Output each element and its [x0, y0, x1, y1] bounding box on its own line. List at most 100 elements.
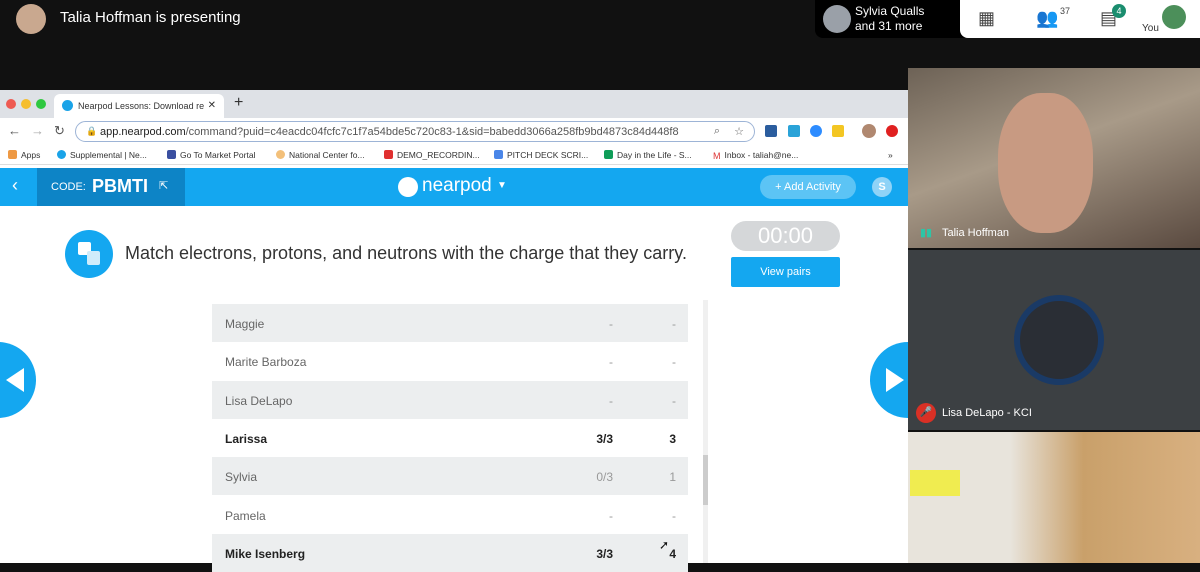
code-label: CODE: [51, 181, 86, 193]
grid-off-icon[interactable]: ▦ [978, 8, 995, 29]
bookmark-star-icon[interactable]: ☆ [734, 125, 744, 138]
participant-name: Talia Hoffman [942, 227, 1010, 239]
extension-icon[interactable] [832, 125, 844, 137]
mouse-cursor-icon: ➚ [659, 538, 670, 552]
share-icon[interactable]: ⇱ [159, 179, 168, 192]
bookmark-apps[interactable]: Apps [8, 150, 40, 160]
student-score: 0/3 [596, 470, 613, 485]
matching-activity-icon [65, 230, 113, 278]
view-pairs-button[interactable]: View pairs [731, 257, 840, 287]
question-text: Match electrons, protons, and neutrons w… [125, 243, 687, 263]
add-activity-button[interactable]: + Add Activity [760, 175, 856, 199]
user-avatar[interactable]: S [872, 177, 892, 197]
url-path: /command?puid=c4eacdc04fcfc7c1f7a54bde5c… [185, 126, 679, 138]
nearpod-header: ‹ CODE: PBMTI ⇱ nearpod ▼ + Add Activity… [0, 168, 908, 206]
extension-icon[interactable] [765, 125, 777, 137]
url-host: app.nearpod.com [100, 126, 186, 138]
presenter-avatar [16, 4, 46, 34]
participant-video [998, 93, 1093, 233]
student-name: Pamela [225, 508, 266, 523]
student-pairs: - [672, 317, 676, 331]
video-tile-talia[interactable]: ▮▮ Talia Hoffman [908, 68, 1200, 248]
tab-title: Nearpod Lessons: Download re [78, 101, 205, 111]
back-icon[interactable]: ← [8, 123, 21, 138]
student-score: - [609, 393, 613, 408]
browser-tab[interactable]: Nearpod Lessons: Download re ✕ [54, 94, 224, 118]
student-row[interactable]: Larissa 3/3 3 [212, 419, 688, 457]
chat-count: 4 [1112, 4, 1126, 18]
student-row[interactable]: Pamela - - [212, 496, 688, 534]
student-score: 3/3 [596, 546, 613, 561]
student-pairs: - [672, 508, 676, 523]
student-pairs: - [672, 355, 676, 370]
student-name: Larissa [225, 431, 268, 446]
people-count: 37 [1060, 6, 1071, 16]
minimize-window-icon[interactable] [21, 99, 31, 109]
student-score: - [609, 355, 613, 370]
scrollbar-thumb[interactable] [703, 455, 708, 505]
student-name: Lisa DeLapo [225, 393, 293, 408]
nearpod-logo-icon [398, 177, 418, 197]
reload-icon[interactable]: ↻ [54, 123, 65, 139]
student-name: Sylvia [225, 470, 258, 485]
zoom-extension-icon[interactable] [810, 125, 822, 137]
url-input[interactable]: 🔒 app.nearpod.com/command?puid=c4eacdc04f… [75, 121, 755, 142]
bookmark[interactable]: Supplemental | Ne... [57, 150, 147, 160]
bookmark[interactable]: Day in the Life - S... [604, 150, 692, 160]
scrollbar[interactable] [703, 300, 708, 563]
bookmark[interactable]: PITCH DECK SCRI... [494, 150, 588, 160]
video-tile-lisa[interactable]: 🎤 Lisa DeLapo - KCI [908, 250, 1200, 430]
bookmark[interactable]: DEMO_RECORDIN... [384, 150, 480, 160]
participant-avatar [1014, 295, 1104, 385]
more-bookmarks-icon[interactable]: » [888, 150, 893, 160]
forward-icon[interactable]: → [31, 123, 44, 138]
back-chevron-icon[interactable]: ‹ [12, 175, 18, 196]
zoom-icon[interactable]: ⌕ [714, 125, 720, 138]
sticky-notes [910, 470, 960, 496]
muted-mic-icon: 🎤 [916, 403, 936, 423]
participant-avatar [823, 5, 851, 33]
student-row[interactable]: Sylvia 0/3 1 [212, 457, 688, 496]
pill-line2: and 31 more [855, 19, 923, 33]
student-score: - [609, 317, 613, 331]
student-row[interactable]: Marite Barboza - - [212, 342, 688, 380]
tab-bar: Nearpod Lessons: Download re ✕ + [0, 90, 908, 118]
student-score: - [609, 508, 613, 523]
student-pairs: 3 [669, 431, 676, 446]
student-row[interactable]: Lisa DeLapo - - [212, 380, 688, 419]
dropdown-icon[interactable]: ▼ [497, 180, 507, 191]
student-row[interactable]: Mike Isenberg 3/3 4 [212, 533, 688, 572]
bookmark[interactable]: National Center fo... [276, 150, 365, 160]
participant-name: Lisa DeLapo - KCI [942, 407, 1032, 419]
bookmark[interactable]: Go To Market Portal [167, 150, 255, 160]
pill-line1: Sylvia Qualls [855, 4, 925, 18]
extension-icon[interactable] [788, 125, 800, 137]
bookmark[interactable]: M Inbox - taliah@ne... [713, 150, 798, 161]
student-row[interactable]: Maggie - - [212, 304, 688, 342]
maximize-window-icon[interactable] [36, 99, 46, 109]
student-score: 3/3 [596, 431, 613, 446]
lock-icon: 🔒 [86, 126, 98, 136]
student-pairs: 4 [669, 546, 676, 561]
new-tab-button[interactable]: + [234, 94, 243, 112]
student-name: Mike Isenberg [225, 546, 306, 561]
people-icon[interactable]: 👥 [1036, 8, 1058, 29]
close-window-icon[interactable] [6, 99, 16, 109]
video-tile-participant[interactable] [908, 432, 1200, 563]
student-pairs: - [672, 393, 676, 408]
code-value: PBMTI [92, 176, 148, 196]
you-label: You [1142, 23, 1159, 34]
meet-controls: ▦ 👥 37 ▤ 4 You [960, 0, 1200, 38]
participants-pill[interactable]: Sylvia Qualls and 31 more [815, 0, 965, 38]
bookmarks-bar: Apps Supplemental | Ne... Go To Market P… [0, 145, 908, 165]
timer: 00:00 [731, 221, 840, 251]
session-code[interactable]: CODE: PBMTI ⇱ [37, 168, 185, 206]
profile-avatar[interactable] [862, 124, 876, 138]
student-pairs: 1 [669, 470, 676, 485]
presenting-label: Talia Hoffman is presenting [60, 9, 241, 26]
you-avatar[interactable] [1162, 5, 1186, 29]
address-bar-row: ← → ↻ 🔒 app.nearpod.com/command?puid=c4ea… [0, 118, 908, 145]
extension-icon[interactable] [886, 125, 898, 137]
nearpod-favicon [62, 100, 73, 111]
close-tab-icon[interactable]: ✕ [208, 100, 216, 111]
